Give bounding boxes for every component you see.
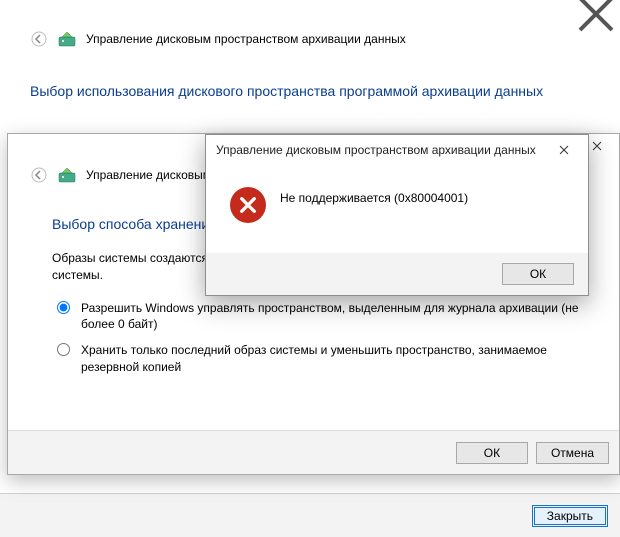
backup-app-icon — [58, 30, 76, 48]
wizard-footer: ОК Отмена — [8, 430, 619, 474]
error-dialog: Управление дисковым пространством архива… — [205, 134, 589, 296]
dialog-body: Не поддерживается (0x80004001) — [206, 165, 588, 233]
dialog-footer: ОК — [206, 253, 588, 295]
page-instruction: Выбор использования дискового пространст… — [30, 82, 600, 101]
radio-label: Разрешить Windows управлять пространство… — [81, 300, 595, 332]
dialog-message: Не поддерживается (0x80004001) — [280, 187, 468, 205]
close-icon[interactable] — [576, 2, 616, 26]
radio-input[interactable] — [57, 343, 70, 356]
page-instruction: Выбор способа хранения — [52, 216, 217, 232]
close-icon[interactable] — [544, 137, 584, 163]
wizard-header: Управление дисковым пространством архива… — [30, 30, 406, 48]
ok-button[interactable]: ОК — [502, 263, 574, 285]
page-title: Управление дисковым пространством архива… — [86, 32, 406, 46]
dialog-titlebar: Управление дисковым пространством архива… — [206, 135, 588, 165]
error-icon — [230, 187, 266, 223]
close-button[interactable]: Закрыть — [532, 505, 608, 527]
cancel-button[interactable]: Отмена — [536, 442, 609, 464]
ok-button[interactable]: ОК — [456, 442, 528, 464]
radio-input[interactable] — [57, 301, 70, 314]
radio-keep-last-image[interactable]: Хранить только последний образ системы и… — [52, 342, 595, 374]
radio-let-windows-manage[interactable]: Разрешить Windows управлять пространство… — [52, 300, 595, 332]
storage-mode-radios: Разрешить Windows управлять пространство… — [52, 300, 595, 385]
dialog-title: Управление дисковым пространством архива… — [216, 143, 544, 157]
page-footer: Закрыть — [0, 493, 620, 537]
back-arrow-icon[interactable] — [30, 30, 48, 48]
radio-label: Хранить только последний образ системы и… — [81, 342, 595, 374]
back-arrow-icon[interactable] — [30, 166, 48, 184]
backup-app-icon — [58, 166, 76, 184]
